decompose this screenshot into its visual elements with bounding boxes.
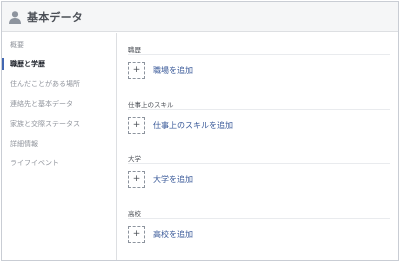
- college-section: 大学 + 大学を追加: [128, 154, 390, 188]
- main-content: 職歴 + 職場を追加 仕事上のスキル + 仕事上のスキルを追加 大学 + 大学を…: [118, 33, 398, 260]
- work-section: 職歴 + 職場を追加: [128, 45, 390, 79]
- sidebar-item-family-relationships[interactable]: 家族と交際ステータス: [2, 117, 116, 131]
- add-workplace-button[interactable]: + 職場を追加: [128, 61, 390, 79]
- plus-icon: +: [128, 170, 145, 188]
- section-heading: 大学: [128, 154, 390, 164]
- panel-title: 基本データ: [27, 10, 83, 24]
- add-college-button[interactable]: + 大学を追加: [128, 170, 390, 188]
- person-icon: [9, 10, 21, 24]
- sidebar-item-life-events[interactable]: ライフイベント: [2, 156, 116, 170]
- sidebar-nav: 概要 職歴と学歴 住んだことがある場所 連絡先と基本データ 家族と交際ステータス…: [2, 33, 117, 260]
- skills-section: 仕事上のスキル + 仕事上のスキルを追加: [128, 100, 390, 134]
- sidebar-item-contact-info[interactable]: 連絡先と基本データ: [2, 97, 116, 111]
- add-high-school-button[interactable]: + 高校を追加: [128, 225, 390, 243]
- high-school-section: 高校 + 高校を追加: [128, 209, 390, 243]
- sidebar-item-overview[interactable]: 概要: [2, 38, 116, 52]
- add-college-label[interactable]: 大学を追加: [153, 174, 193, 185]
- sidebar-item-details[interactable]: 詳細情報: [2, 137, 116, 151]
- add-skill-label[interactable]: 仕事上のスキルを追加: [153, 120, 233, 131]
- section-heading: 仕事上のスキル: [128, 100, 390, 110]
- plus-icon: +: [128, 225, 145, 243]
- about-panel: 基本データ 概要 職歴と学歴 住んだことがある場所 連絡先と基本データ 家族と交…: [1, 1, 399, 261]
- section-heading: 職歴: [128, 45, 390, 55]
- sidebar-item-work-education[interactable]: 職歴と学歴: [2, 57, 116, 71]
- section-heading: 高校: [128, 209, 390, 219]
- sidebar-item-places-lived[interactable]: 住んだことがある場所: [2, 77, 116, 91]
- add-workplace-label[interactable]: 職場を追加: [153, 65, 193, 76]
- panel-header: 基本データ: [2, 2, 398, 32]
- plus-icon: +: [128, 116, 145, 134]
- add-high-school-label[interactable]: 高校を追加: [153, 229, 193, 240]
- add-skill-button[interactable]: + 仕事上のスキルを追加: [128, 116, 390, 134]
- plus-icon: +: [128, 61, 145, 79]
